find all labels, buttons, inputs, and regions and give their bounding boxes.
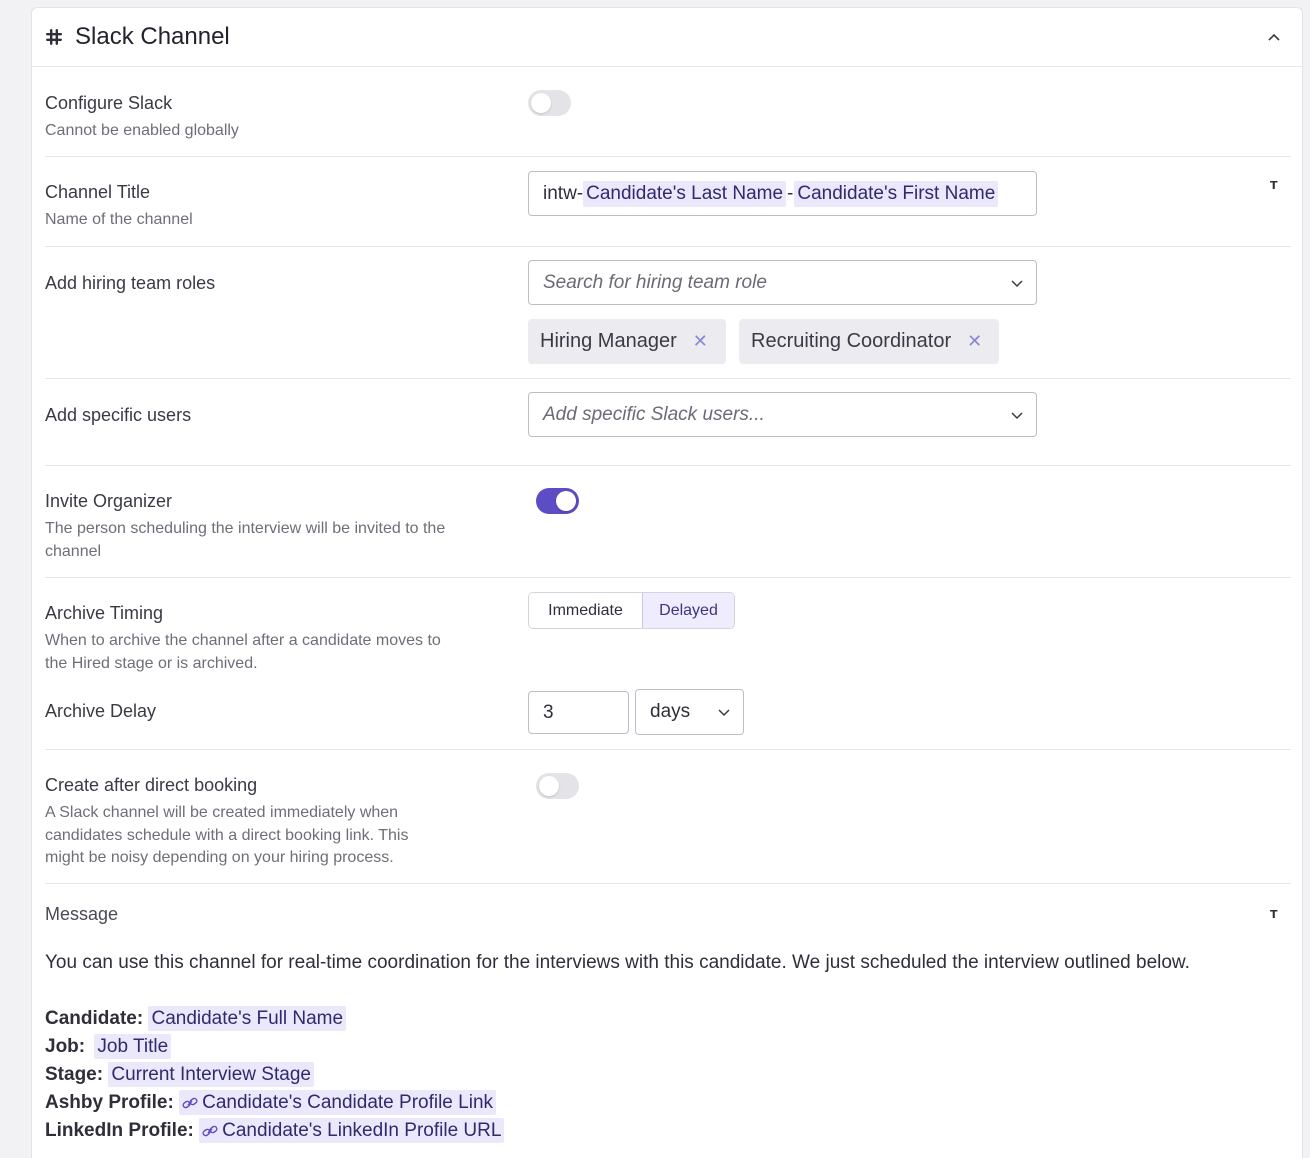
invite-organizer-toggle[interactable]: [536, 488, 579, 514]
invite-organizer-row: Invite Organizer The person scheduling t…: [45, 466, 1291, 578]
archive-timing-description: When to archive the channel after a cand…: [45, 632, 441, 672]
role-chip-label: Hiring Manager: [540, 330, 677, 352]
channel-title-prefix: intw-: [543, 182, 584, 204]
message-label: Message: [45, 904, 119, 924]
role-chip-hiring-manager: Hiring Manager ✕: [528, 319, 726, 364]
direct-booking-label: Create after direct booking: [45, 775, 258, 795]
variable-token[interactable]: Candidate's First Name: [794, 180, 999, 207]
archive-delay-value-input[interactable]: 3: [528, 691, 629, 734]
slack-icon: [46, 29, 62, 45]
configure-slack-row: Configure Slack Cannot be enabled global…: [45, 68, 1291, 157]
field-key: LinkedIn Profile:: [45, 1120, 194, 1141]
channel-title-row: Channel Title Name of the channel intw- …: [45, 157, 1291, 247]
invite-organizer-label: Invite Organizer: [45, 491, 173, 511]
field-key: Ashby Profile:: [45, 1092, 174, 1113]
configure-slack-description: Cannot be enabled globally: [45, 122, 239, 139]
remove-icon[interactable]: ✕: [693, 331, 708, 352]
field-key: Stage:: [45, 1064, 104, 1085]
archive-row: Archive Timing When to archive the chann…: [45, 578, 1291, 750]
message-field-linkedin-profile: LinkedIn Profile: Candidate's LinkedIn P…: [45, 1118, 505, 1143]
slack-channel-card: Slack Channel Configure Slack Cannot be …: [31, 7, 1303, 1158]
message-field-stage: Stage: Current Interview Stage: [45, 1062, 314, 1087]
message-row: Message T You can use this channel for r…: [45, 884, 1291, 1158]
link-icon: [202, 1125, 218, 1137]
variable-token[interactable]: Job Title: [94, 1034, 172, 1059]
chevron-down-icon: [1011, 279, 1023, 287]
collapse-button[interactable]: [1260, 23, 1288, 51]
field-key: Candidate:: [45, 1008, 144, 1029]
configure-slack-label: Configure Slack: [45, 93, 173, 113]
text-format-icon[interactable]: T: [1270, 908, 1278, 921]
variable-link-token[interactable]: Candidate's LinkedIn Profile URL: [199, 1118, 505, 1143]
chevron-down-icon: [1011, 411, 1023, 419]
variable-token[interactable]: Candidate's Last Name: [583, 180, 787, 207]
channel-title-description: Name of the channel: [45, 211, 193, 228]
toggle-knob: [539, 776, 559, 796]
channel-title-input[interactable]: intw- Candidate's Last Name - Candidate'…: [528, 171, 1037, 216]
specific-users-input[interactable]: Add specific Slack users...: [528, 392, 1037, 437]
message-intro: You can use this channel for real-time c…: [45, 952, 1190, 973]
direct-booking-toggle[interactable]: [536, 773, 579, 799]
archive-timing-label: Archive Timing: [45, 603, 164, 623]
role-chip-recruiting-coordinator: Recruiting Coordinator ✕: [739, 319, 999, 364]
archive-delay-label: Archive Delay: [45, 701, 157, 721]
link-token-label: Candidate's Candidate Profile Link: [202, 1092, 494, 1113]
archive-delay-unit-select[interactable]: days: [635, 689, 744, 735]
text-format-icon[interactable]: T: [1270, 179, 1278, 192]
chevron-up-icon: [1268, 33, 1280, 41]
card-title: Slack Channel: [75, 23, 230, 50]
hiring-roles-label: Add hiring team roles: [45, 273, 216, 293]
toggle-knob: [556, 491, 576, 511]
archive-delay-value: 3: [543, 701, 554, 723]
message-field-job: Job: Job Title: [45, 1034, 172, 1059]
variable-link-token[interactable]: Candidate's Candidate Profile Link: [179, 1090, 497, 1115]
link-token-label: Candidate's LinkedIn Profile URL: [222, 1120, 502, 1141]
direct-booking-description: A Slack channel will be created immediat…: [45, 804, 409, 866]
archive-timing-segmented-control: Immediate Delayed: [528, 592, 735, 629]
remove-icon[interactable]: ✕: [967, 331, 982, 352]
variable-token[interactable]: Candidate's Full Name: [148, 1006, 347, 1031]
field-key: Job:: [45, 1036, 86, 1057]
archive-delay-unit: days: [650, 701, 691, 722]
invite-organizer-description: The person scheduling the interview will…: [45, 520, 446, 560]
role-chip-label: Recruiting Coordinator: [751, 330, 952, 352]
specific-users-label: Add specific users: [45, 405, 192, 425]
message-field-ashby-profile: Ashby Profile: Candidate's Candidate Pro…: [45, 1090, 497, 1115]
card-header[interactable]: Slack Channel: [32, 8, 1302, 67]
direct-booking-row: Create after direct booking A Slack chan…: [45, 750, 1291, 884]
archive-option-immediate[interactable]: Immediate: [529, 593, 642, 628]
channel-title-separator: -: [787, 182, 794, 204]
hiring-roles-row: Add hiring team roles Search for hiring …: [45, 247, 1291, 379]
archive-option-delayed[interactable]: Delayed: [642, 593, 734, 628]
variable-token[interactable]: Current Interview Stage: [108, 1062, 314, 1087]
specific-users-placeholder: Add specific Slack users...: [543, 403, 765, 425]
link-icon: [182, 1097, 198, 1109]
hiring-role-search-input[interactable]: Search for hiring team role: [528, 260, 1037, 305]
specific-users-row: Add specific users Add specific Slack us…: [45, 379, 1291, 466]
configure-slack-toggle[interactable]: [528, 90, 571, 116]
channel-title-label: Channel Title: [45, 182, 151, 202]
toggle-knob: [531, 93, 551, 113]
message-field-candidate: Candidate: Candidate's Full Name: [45, 1006, 347, 1031]
hiring-role-placeholder: Search for hiring team role: [543, 271, 767, 293]
chevron-down-icon: [718, 709, 730, 717]
